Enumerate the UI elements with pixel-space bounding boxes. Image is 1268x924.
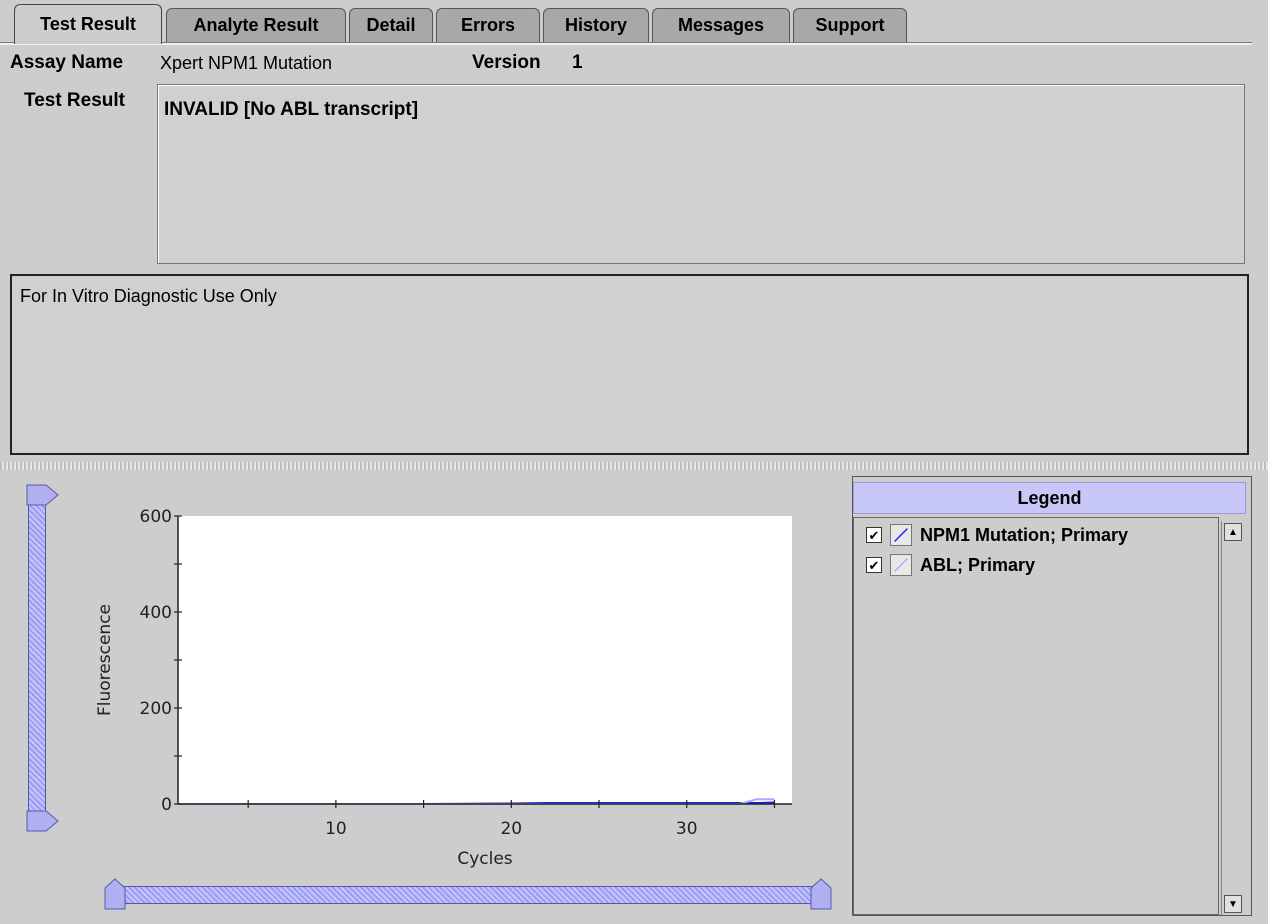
legend-item-abl[interactable]: ✔ ABL; Primary bbox=[866, 552, 1035, 578]
assay-name-value: Xpert NPM1 Mutation bbox=[160, 53, 333, 73]
chart-pane: 0 200 400 600 10 20 30 Cycles Fluorescence bbox=[10, 476, 844, 916]
y-axis-title: Fluorescence bbox=[95, 604, 115, 716]
tab-bar: Test Result Analyte Result Detail Errors… bbox=[0, 0, 1268, 45]
tab-support[interactable]: Support bbox=[793, 8, 907, 42]
assay-name-label: Assay Name bbox=[10, 52, 124, 73]
test-result-value: INVALID [No ABL transcript] bbox=[164, 99, 419, 120]
legend-checkbox-abl[interactable]: ✔ bbox=[866, 557, 882, 573]
x-tick-label: 20 bbox=[500, 819, 522, 839]
legend-scrollbar[interactable]: ▲ ▼ bbox=[1221, 521, 1246, 915]
pane-splitter[interactable] bbox=[0, 462, 1268, 470]
y-tick-label: 400 bbox=[140, 603, 172, 623]
legend-label-abl: ABL; Primary bbox=[920, 554, 1036, 575]
tab-errors[interactable]: Errors bbox=[436, 8, 540, 42]
version-label: Version bbox=[472, 52, 541, 73]
x-tick-label: 10 bbox=[325, 819, 347, 839]
line-swatch-icon bbox=[890, 554, 912, 576]
version-value: 1 bbox=[572, 52, 583, 73]
line-swatch-icon bbox=[890, 524, 912, 546]
legend-item-npm1[interactable]: ✔ NPM1 Mutation; Primary bbox=[866, 522, 1128, 548]
x-axis-title: Cycles bbox=[457, 849, 512, 869]
horizontal-zoom-track[interactable] bbox=[114, 886, 820, 904]
y-tick-label: 600 bbox=[140, 507, 172, 527]
scroll-down-icon[interactable]: ▼ bbox=[1224, 895, 1242, 913]
scroll-up-icon[interactable]: ▲ bbox=[1224, 523, 1242, 541]
tab-test-result[interactable]: Test Result bbox=[14, 4, 162, 44]
tab-history[interactable]: History bbox=[543, 8, 649, 42]
vertical-zoom-track[interactable] bbox=[28, 504, 46, 812]
tab-divider bbox=[0, 42, 1252, 45]
tab-detail[interactable]: Detail bbox=[349, 8, 433, 42]
y-tick-label: 0 bbox=[161, 795, 172, 815]
vertical-zoom-bottom-handle[interactable] bbox=[26, 810, 62, 832]
legend-label-npm1: NPM1 Mutation; Primary bbox=[920, 524, 1129, 545]
legend-pane: Legend ✔ NPM1 Mutation; Primary ✔ ABL; P… bbox=[852, 476, 1252, 916]
note-text: For In Vitro Diagnostic Use Only bbox=[20, 286, 277, 306]
fluorescence-chart: 0 200 400 600 10 20 30 Cycles Fluorescence bbox=[95, 507, 792, 869]
horizontal-zoom-right-handle[interactable] bbox=[810, 878, 832, 910]
y-tick-label: 200 bbox=[140, 699, 172, 719]
note-box: For In Vitro Diagnostic Use Only bbox=[10, 274, 1249, 455]
horizontal-zoom-left-handle[interactable] bbox=[104, 878, 126, 910]
x-tick-label: 30 bbox=[676, 819, 698, 839]
tab-messages[interactable]: Messages bbox=[652, 8, 790, 42]
legend-checkbox-npm1[interactable]: ✔ bbox=[866, 527, 882, 543]
test-result-box: INVALID [No ABL transcript] bbox=[157, 84, 1245, 264]
plot-area bbox=[178, 516, 792, 804]
vertical-zoom-top-handle[interactable] bbox=[26, 484, 62, 506]
tab-analyte-result[interactable]: Analyte Result bbox=[166, 8, 346, 42]
legend-title: Legend bbox=[853, 482, 1246, 514]
legend-list: ✔ NPM1 Mutation; Primary ✔ ABL; Primary bbox=[853, 517, 1219, 915]
test-result-label: Test Result bbox=[24, 90, 126, 111]
